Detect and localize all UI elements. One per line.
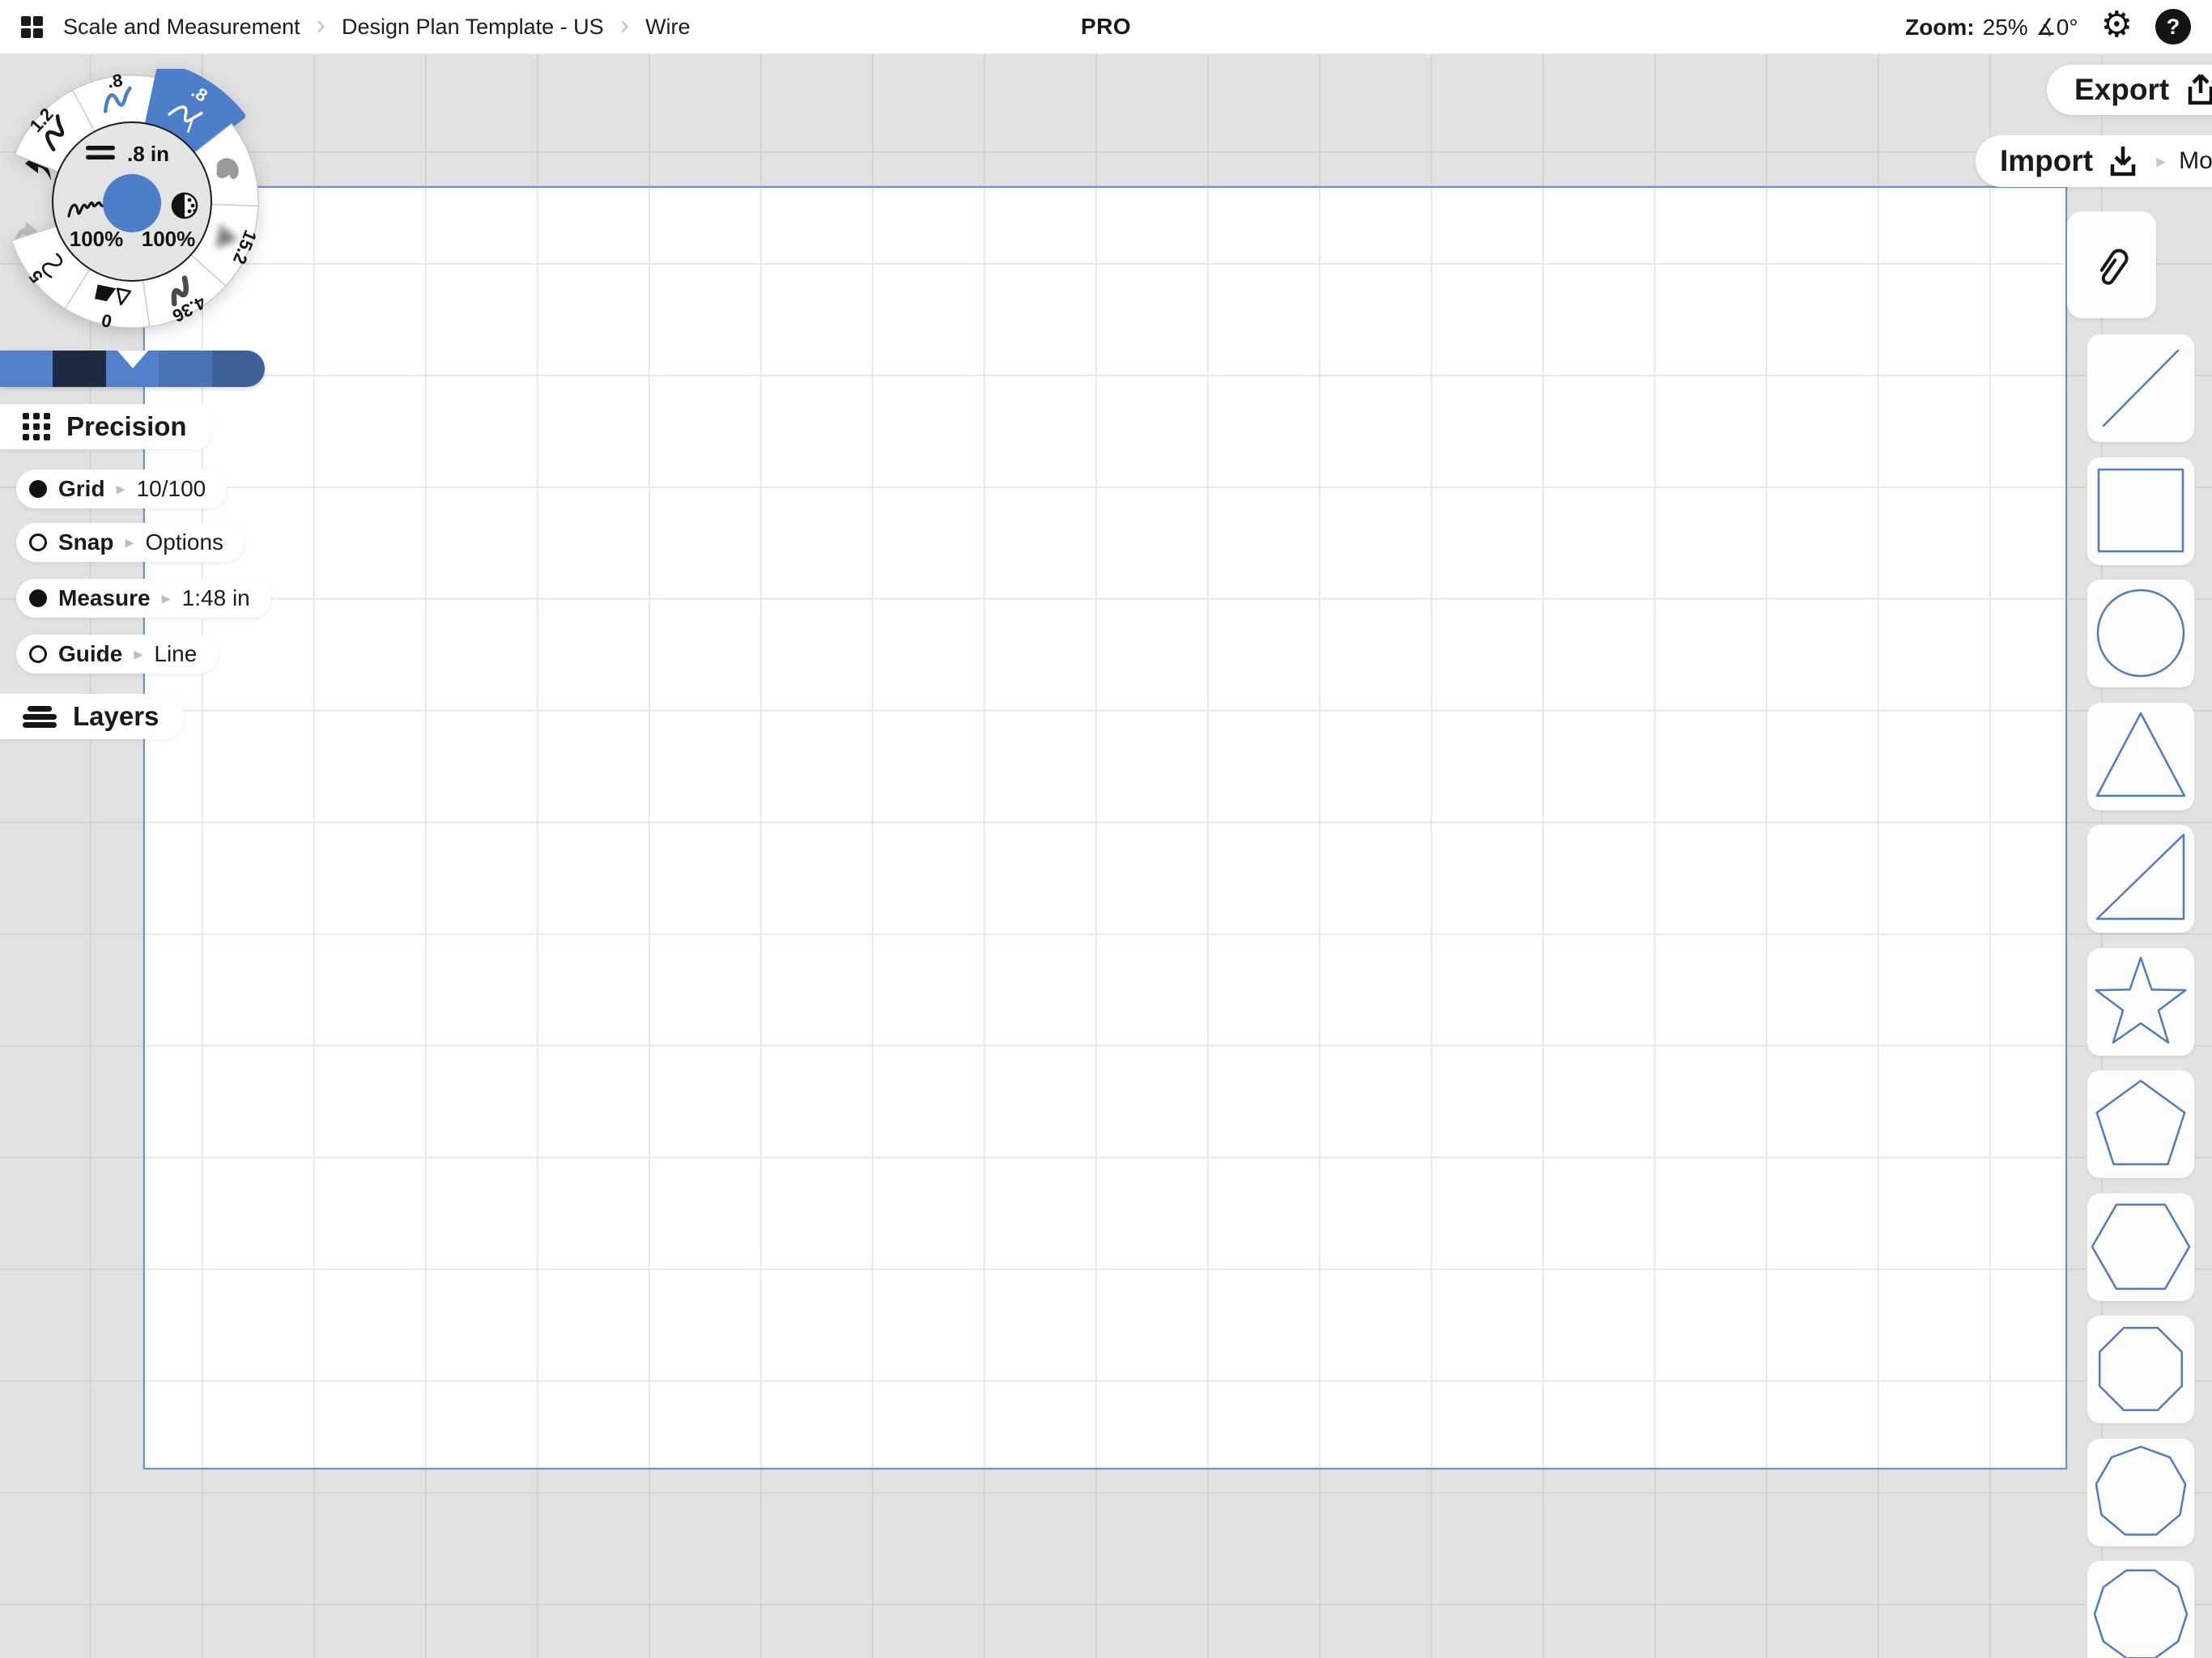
opacity-value[interactable]: 100% [142, 227, 196, 251]
shape-tool-circle[interactable] [2087, 580, 2194, 687]
color-swatch[interactable] [0, 351, 53, 387]
import-button[interactable]: Import ▸ More [1976, 135, 2212, 187]
nonagon-icon [2096, 1447, 2185, 1535]
brush-size-value[interactable]: .8 in [127, 142, 169, 166]
status-dot-off-icon[interactable] [29, 645, 47, 663]
help-button[interactable]: ? [2155, 9, 2191, 45]
tool-wheel[interactable]: 1.2.8.815.24.3605 .8 in 100% 100% [0, 69, 285, 349]
decagon-icon [2095, 1571, 2187, 1658]
triangle-icon [2097, 713, 2184, 796]
shape-tool-hexagon[interactable] [2087, 1193, 2194, 1301]
more-button[interactable]: More [2179, 147, 2212, 175]
drawing-canvas[interactable]: 1.2.8.815.24.3605 .8 in 100% 100% Precis… [0, 53, 2212, 1658]
opacity-halftone-icon [172, 193, 197, 218]
row-value[interactable]: 10/100 [137, 476, 206, 502]
row-label: Grid [58, 476, 105, 502]
precision-row-guide[interactable]: Guide ▸ Line [16, 635, 218, 674]
shape-tool-line[interactable] [2087, 334, 2194, 442]
smoothing-value[interactable]: 100% [70, 227, 124, 251]
import-label: Import [2000, 144, 2093, 178]
right-triangle-icon [2097, 835, 2184, 919]
shape-tool-star[interactable] [2087, 948, 2194, 1056]
shape-tool-triangle[interactable] [2087, 703, 2194, 810]
export-button[interactable]: Export [2047, 65, 2212, 115]
row-value[interactable]: Options [146, 529, 224, 555]
pentagon-icon [2097, 1081, 2184, 1164]
shape-tool-nonagon[interactable] [2087, 1439, 2194, 1546]
row-value[interactable]: 1:48 in [182, 585, 250, 611]
chevron-right-icon: ▸ [134, 645, 143, 663]
chevron-right-icon: ▸ [117, 480, 125, 498]
chevron-right-icon: ▸ [162, 589, 171, 607]
breadcrumb: Scale and Measurement › Design Plan Templa… [21, 15, 691, 40]
selected-color-notch-icon [117, 351, 148, 368]
zoom-value: 25% [1983, 15, 2028, 40]
precision-row-grid[interactable]: Grid ▸ 10/100 [16, 470, 227, 508]
row-value[interactable]: Line [154, 641, 197, 667]
color-swatch[interactable] [212, 351, 265, 387]
row-label: Measure [58, 585, 151, 611]
chevron-right-icon: › [317, 15, 325, 36]
precision-dots-icon [23, 413, 50, 440]
pro-badge: PRO [1081, 0, 1131, 53]
layers-stack-icon [23, 706, 57, 728]
active-color-well[interactable] [103, 174, 161, 232]
color-swatch[interactable] [53, 351, 105, 387]
export-share-icon [2184, 72, 2212, 108]
gallery-grid-icon[interactable] [21, 16, 42, 37]
shape-palette [2087, 334, 2194, 1658]
top-toolbar: Scale and Measurement › Design Plan Templa… [0, 0, 2212, 54]
settings-gear-icon[interactable]: ⚙ [2101, 7, 2133, 43]
rotation-value: ∡0° [2036, 14, 2078, 40]
octagon-icon [2099, 1328, 2182, 1410]
layers-title: Layers [73, 701, 159, 732]
import-download-icon [2106, 143, 2140, 179]
zoom-status[interactable]: Zoom: 25% ∡0° [1905, 14, 2078, 40]
shape-tool-octagon[interactable] [2087, 1316, 2194, 1423]
question-mark-icon: ? [2167, 15, 2180, 40]
chevron-right-icon: ▸ [125, 534, 134, 551]
status-dot-on-icon[interactable] [29, 589, 47, 607]
breadcrumb-item[interactable]: Scale and Measurement [63, 15, 300, 40]
row-label: Guide [58, 641, 122, 667]
precision-title: Precision [66, 411, 187, 442]
star-icon [2096, 958, 2185, 1043]
shape-tool-pentagon[interactable] [2087, 1070, 2194, 1178]
paperclip-icon [2088, 240, 2135, 290]
shape-tool-right-triangle[interactable] [2087, 825, 2194, 933]
line-icon [2104, 351, 2178, 426]
precision-row-snap[interactable]: Snap ▸ Options [16, 523, 245, 562]
chevron-right-icon: ▸ [2156, 150, 2166, 173]
shape-tool-square[interactable] [2087, 457, 2194, 565]
breadcrumb-item[interactable]: Design Plan Template - US [342, 15, 604, 40]
zoom-label: Zoom: [1905, 15, 1975, 40]
row-label: Snap [58, 529, 113, 555]
page-boundary [143, 186, 2067, 1469]
export-label: Export [2074, 73, 2169, 107]
shape-tool-decagon[interactable] [2087, 1561, 2194, 1658]
square-icon [2099, 470, 2183, 551]
wheel-segment-label: .8 [106, 70, 124, 91]
status-dot-off-icon[interactable] [29, 534, 47, 551]
attachment-tool[interactable] [2067, 211, 2156, 318]
chevron-right-icon: › [620, 15, 629, 36]
precision-row-measure[interactable]: Measure ▸ 1:48 in [16, 579, 271, 618]
breadcrumb-item[interactable]: Wire [645, 15, 691, 40]
hexagon-icon [2092, 1205, 2189, 1289]
color-swatch[interactable] [159, 351, 211, 387]
precision-panel-header[interactable]: Precision [0, 404, 211, 449]
layers-panel-header[interactable]: Layers [0, 694, 183, 739]
status-dot-on-icon[interactable] [29, 480, 47, 498]
circle-icon [2098, 590, 2184, 676]
